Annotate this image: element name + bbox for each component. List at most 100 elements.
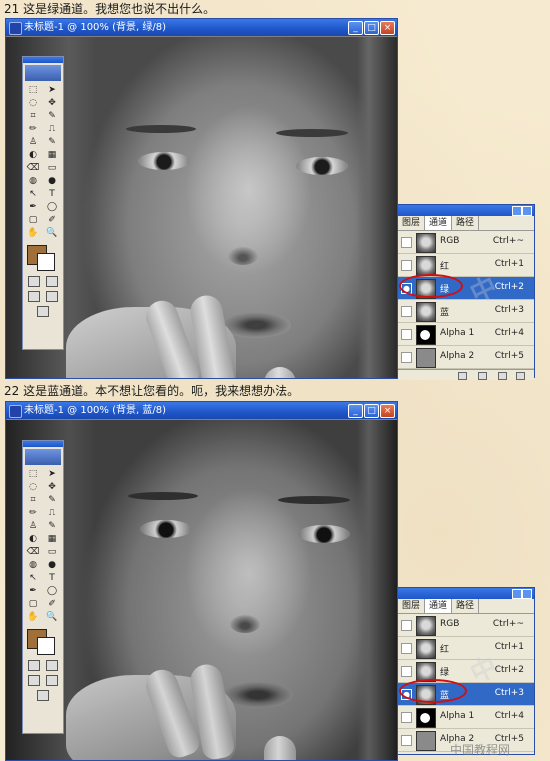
stamp-tool-icon[interactable]: ⎍ <box>43 507 61 519</box>
screen-mode-full-icon[interactable] <box>46 675 58 686</box>
visibility-toggle[interactable] <box>401 260 412 271</box>
pencil-tool-icon[interactable]: ✎ <box>43 136 61 148</box>
marquee-tool-icon[interactable]: ⬚ <box>24 468 42 480</box>
crop-tool-icon[interactable]: ⌗ <box>24 110 42 122</box>
maximize-button[interactable]: □ <box>364 404 379 418</box>
visibility-toggle[interactable] <box>401 620 412 631</box>
type-tool-icon[interactable]: T <box>43 188 61 200</box>
slice-tool-icon[interactable]: ✎ <box>43 494 61 506</box>
visibility-toggle[interactable] <box>401 712 412 723</box>
visibility-toggle[interactable] <box>401 666 412 677</box>
panel-minimize-icon[interactable] <box>512 589 522 599</box>
color-swatches[interactable] <box>25 627 61 655</box>
jump-to-imageready-icon[interactable] <box>37 690 49 701</box>
zoom-tool-icon[interactable]: 🔍 <box>43 611 61 623</box>
ellipse-tool-icon[interactable]: ◯ <box>43 201 61 213</box>
brush-tool-icon[interactable]: ✏ <box>24 123 42 135</box>
channels-panel[interactable]: 图层 通道 路径 RGB Ctrl+~ 红 Ctrl+1 绿 Ctrl+2 ● 蓝 Ctrl+3… <box>397 587 535 755</box>
brush-tool-icon[interactable]: ✏ <box>24 507 42 519</box>
screen-mode-standard-icon[interactable] <box>28 291 40 302</box>
channel-row[interactable]: RGB Ctrl+~ <box>398 231 534 254</box>
visibility-toggle[interactable] <box>401 352 412 363</box>
channel-row[interactable]: Alpha 1 Ctrl+4 <box>398 706 534 729</box>
jump-to-imageready-icon[interactable] <box>37 306 49 317</box>
magic-wand-tool-icon[interactable]: ✥ <box>43 481 61 493</box>
magic-wand-tool-icon[interactable]: ✥ <box>43 97 61 109</box>
image-canvas[interactable] <box>6 420 397 760</box>
toolbox[interactable]: ⬚ ➤ ◌ ✥ ⌗ ✎ ✏ ⎍ ♙ ✎ ◐ ▦ ⌫ ▭ ◍ ● ↖ T ✒ ◯ … <box>22 56 64 350</box>
ellipse-tool-icon[interactable]: ◯ <box>43 585 61 597</box>
eraser-tool-icon[interactable]: ◐ <box>24 149 42 161</box>
background-color-swatch[interactable] <box>37 637 55 655</box>
panel-minimize-icon[interactable] <box>512 206 522 216</box>
channel-row[interactable]: 蓝 Ctrl+3 <box>398 300 534 323</box>
minimize-button[interactable]: _ <box>348 404 363 418</box>
history-brush-tool-icon[interactable]: ♙ <box>24 136 42 148</box>
close-button[interactable]: × <box>380 404 395 418</box>
move-tool-icon[interactable]: ➤ <box>43 468 61 480</box>
dodge-tool-icon[interactable]: ◍ <box>24 175 42 187</box>
burn-tool-icon[interactable]: ● <box>43 559 61 571</box>
standard-mode-icon[interactable] <box>28 660 40 671</box>
window-titlebar[interactable]: 未标题-1 @ 100% (背景, 绿/8) _ □ × <box>6 19 397 36</box>
slice-tool-icon[interactable]: ✎ <box>43 110 61 122</box>
notes-tool-icon[interactable]: ▢ <box>24 214 42 226</box>
visibility-toggle[interactable] <box>401 306 412 317</box>
maximize-button[interactable]: □ <box>364 21 379 35</box>
color-swatches[interactable] <box>25 243 61 271</box>
image-canvas[interactable] <box>6 37 397 378</box>
screen-mode-full-icon[interactable] <box>46 291 58 302</box>
visibility-toggle[interactable] <box>401 735 412 746</box>
panel-close-icon[interactable] <box>522 206 532 216</box>
channel-row[interactable]: Alpha 1 Ctrl+4 <box>398 323 534 346</box>
pen-tool-icon[interactable]: ✒ <box>24 585 42 597</box>
tab-layers[interactable]: 图层 <box>398 599 426 613</box>
toolbox-titlebar[interactable] <box>23 57 63 63</box>
path-select-tool-icon[interactable]: ↖ <box>24 188 42 200</box>
blur-tool-icon[interactable]: ⌫ <box>24 546 42 558</box>
type-tool-icon[interactable]: T <box>43 572 61 584</box>
tab-channels[interactable]: 通道 <box>425 216 453 230</box>
lasso-tool-icon[interactable]: ◌ <box>24 97 42 109</box>
visibility-toggle[interactable] <box>401 237 412 248</box>
save-selection-icon[interactable] <box>478 372 487 380</box>
eraser-tool-icon[interactable]: ◐ <box>24 533 42 545</box>
minimize-button[interactable]: _ <box>348 21 363 35</box>
pencil-tool-icon[interactable]: ✎ <box>43 520 61 532</box>
channel-row[interactable]: RGB Ctrl+~ <box>398 614 534 637</box>
delete-channel-icon[interactable] <box>516 372 525 380</box>
hand-tool-icon[interactable]: ✋ <box>24 611 42 623</box>
path-select-tool-icon[interactable]: ↖ <box>24 572 42 584</box>
tab-layers[interactable]: 图层 <box>398 216 426 230</box>
history-brush-tool-icon[interactable]: ♙ <box>24 520 42 532</box>
crop-tool-icon[interactable]: ⌗ <box>24 494 42 506</box>
toolbox[interactable]: ⬚ ➤ ◌ ✥ ⌗ ✎ ✏ ⎍ ♙ ✎ ◐ ▦ ⌫ ▭ ◍ ● ↖ T ✒ ◯ … <box>22 440 64 734</box>
tab-paths[interactable]: 路径 <box>452 216 480 230</box>
visibility-toggle[interactable] <box>401 329 412 340</box>
quickmask-mode-icon[interactable] <box>46 276 58 287</box>
hand-tool-icon[interactable]: ✋ <box>24 227 42 239</box>
panel-close-icon[interactable] <box>522 589 532 599</box>
channel-row[interactable]: Alpha 2 Ctrl+5 <box>398 346 534 369</box>
channels-panel-titlebar[interactable] <box>398 588 534 599</box>
eyedropper-tool-icon[interactable]: ✐ <box>43 214 61 226</box>
quickmask-mode-icon[interactable] <box>46 660 58 671</box>
window-titlebar[interactable]: 未标题-1 @ 100% (背景, 蓝/8) _ □ × <box>6 402 397 419</box>
pen-tool-icon[interactable]: ✒ <box>24 201 42 213</box>
shape-tool-icon[interactable]: ▭ <box>43 546 61 558</box>
eyedropper-tool-icon[interactable]: ✐ <box>43 598 61 610</box>
channel-row[interactable]: 红 Ctrl+1 <box>398 254 534 277</box>
notes-tool-icon[interactable]: ▢ <box>24 598 42 610</box>
tab-channels[interactable]: 通道 <box>425 599 453 613</box>
shape-tool-icon[interactable]: ▭ <box>43 162 61 174</box>
stamp-tool-icon[interactable]: ⎍ <box>43 123 61 135</box>
toolbox-titlebar[interactable] <box>23 441 63 447</box>
new-channel-icon[interactable] <box>498 372 507 380</box>
channels-panel-titlebar[interactable] <box>398 205 534 216</box>
dodge-tool-icon[interactable]: ◍ <box>24 559 42 571</box>
gradient-tool-icon[interactable]: ▦ <box>43 149 61 161</box>
lasso-tool-icon[interactable]: ◌ <box>24 481 42 493</box>
screen-mode-standard-icon[interactable] <box>28 675 40 686</box>
blur-tool-icon[interactable]: ⌫ <box>24 162 42 174</box>
load-selection-icon[interactable] <box>458 372 467 380</box>
